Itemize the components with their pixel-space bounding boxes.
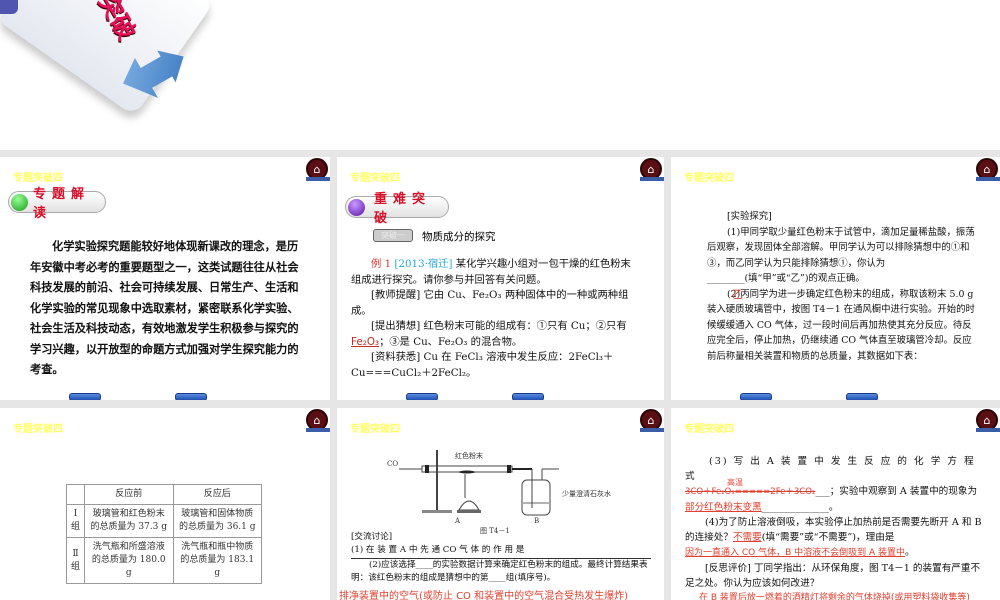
answer: 乙 bbox=[732, 287, 743, 301]
home-icon: ⌂ bbox=[313, 413, 321, 427]
slide-thumbnail-5[interactable]: 专题突破四 ⌂ CO 红色粉末 少量澄清石灰水 A B 图 T4－1 [交流讨论… bbox=[337, 408, 664, 600]
answer: 不需要 bbox=[732, 532, 762, 543]
hypothesis-rest: ；③是 Cu、Fe₂O₃ 的混合物。 bbox=[379, 335, 523, 348]
breakthrough-badge: 突破一 bbox=[373, 229, 413, 242]
home-button[interactable]: ⌂ bbox=[306, 158, 330, 181]
question-3-rest: ；实验中观察到 A 装置中的现象为 bbox=[829, 486, 978, 497]
header-cell: 反应后 bbox=[172, 484, 262, 505]
slide-header: 专题突破四 bbox=[13, 424, 63, 435]
answer: 部分红色粉末变黑 bbox=[685, 502, 762, 513]
cell: 玻璃管和红色粉末的总质量为 37.3 g bbox=[84, 504, 174, 538]
home-icon: ⌂ bbox=[983, 413, 991, 427]
home-icon: ⌂ bbox=[647, 162, 655, 176]
table-row: Ⅱ组 洗气瓶和所盛溶液的总质量为 180.0 g 洗气瓶和瓶中物质的总质量为 183… bbox=[66, 537, 262, 584]
slide-thumbnail-top[interactable]: 突破 bbox=[0, 0, 1000, 150]
equation-answer: 3CO＋Fe₂O₃=====2Fe＋3CO₂ bbox=[685, 487, 816, 497]
equation-condition: 高温 bbox=[727, 478, 743, 487]
question-text: (3) 写 出 A 装 置 中 发 生 反 应 的 化 学 方 程 式 高温 3C… bbox=[685, 454, 987, 600]
answer: Fe₂O₃ bbox=[351, 335, 380, 348]
answer: 排净装置中的空气(或防止 CO 和装置中的空气混合受热发生爆炸) bbox=[339, 591, 629, 600]
heading: [交流讨论] bbox=[351, 532, 393, 542]
prev-nav-button[interactable] bbox=[740, 393, 772, 400]
corner-tab bbox=[0, 0, 18, 14]
prev-nav-button[interactable] bbox=[69, 393, 101, 400]
header-cell bbox=[66, 484, 85, 505]
heading: [实验探究] bbox=[727, 211, 772, 222]
teacher-hint: [教师提醒] 它由 Cu、Fe₂O₃ 两种固体中的一种或两种组成。 bbox=[351, 289, 629, 317]
answer: 因为一直通入 CO 气体，B 中溶液不会倒吸到 A 装置中 bbox=[685, 548, 906, 558]
question-1: (1) 在 装 置 A 中 先 通 CO 气 体 的 作 用 是 bbox=[351, 544, 651, 559]
header-cell: 反应前 bbox=[84, 484, 174, 505]
home-icon: ⌂ bbox=[983, 162, 991, 176]
slide-thumbnail-6[interactable]: 专题突破四 ⌂ (3) 写 出 A 装 置 中 发 生 反 应 的 化 学 方 … bbox=[671, 408, 1000, 600]
answer: 在 B 装置后放一燃着的酒精灯将剩余的气体烧掉(或用塑料袋收集等) bbox=[699, 593, 970, 600]
next-nav-button[interactable] bbox=[175, 393, 207, 400]
question-1: (1)甲同学取少量红色粉末于试管中，滴加足量稀盐酸，振荡后观察，发现固体全部溶解… bbox=[707, 226, 975, 285]
home-button[interactable]: ⌂ bbox=[640, 158, 664, 181]
home-button[interactable]: ⌂ bbox=[976, 409, 1000, 432]
experiment-text: [实验探究] (1)甲同学取少量红色粉末于试管中，滴加足量稀盐酸，振荡后观察，发… bbox=[707, 209, 979, 364]
cell: Ⅱ组 bbox=[66, 537, 85, 584]
slide-header: 专题突破四 bbox=[13, 173, 63, 184]
slide-thumbnail-1[interactable]: 专题突破四 ⌂ 专题解读 化学实验探究题能较好地体现新课改的理念，是历年安徽中考… bbox=[0, 157, 330, 400]
green-ball-icon bbox=[11, 194, 28, 211]
limewater-label: 少量澄清石灰水 bbox=[562, 489, 611, 498]
label-a: A bbox=[454, 517, 461, 525]
powder-label: 红色粉末 bbox=[455, 451, 483, 460]
example-source: [2013·宿迁] bbox=[394, 258, 453, 270]
example-text: 例 1 [2013·宿迁] 某化学兴趣小组对一包干燥的红色粉末组成进行探究。请你… bbox=[351, 257, 641, 381]
slide-thumbnail-4[interactable]: 专题突破四 ⌂ 反应前 反应后 Ⅰ组 玻璃管和红色粉末的总质量为 37.3 g 玻璃管… bbox=[0, 408, 330, 600]
co-label: CO bbox=[387, 460, 398, 468]
reflection: [反思评价] 丁同学指出：从环保角度，图 T4－1 的装置有严重不足之处。你认为… bbox=[685, 563, 981, 589]
section-pill: 重难突破 bbox=[345, 192, 449, 226]
topic-title: 物质成分的探究 bbox=[422, 231, 496, 243]
slide-header: 专题突破四 bbox=[350, 173, 400, 184]
section-pill: 专题解读 bbox=[8, 187, 106, 221]
slide-header: 专题突破四 bbox=[684, 424, 734, 435]
home-button[interactable]: ⌂ bbox=[640, 409, 664, 432]
data-table: 反应前 反应后 Ⅰ组 玻璃管和红色粉末的总质量为 37.3 g 玻璃管和固体物质的总质… bbox=[66, 484, 262, 584]
prev-nav-button[interactable] bbox=[406, 393, 438, 400]
question-2: (2)应该选择____的实验数据计算来确定红色粉末的组成。最终计算结果表明：该红… bbox=[351, 560, 648, 583]
purple-ball-icon bbox=[348, 199, 365, 216]
cell: Ⅰ组 bbox=[66, 504, 85, 538]
question-4-rest: (填“需要”或“不需要”)，理由是 bbox=[761, 532, 895, 543]
pill-label: 专题解读 bbox=[33, 187, 91, 221]
label-b: B bbox=[534, 517, 539, 525]
example-label: 例 1 bbox=[371, 258, 392, 270]
info: [资料获悉] Cu 在 FeCl₃ 溶液中发生反应：2FeCl₃＋Cu===Cu… bbox=[351, 351, 614, 379]
next-nav-button[interactable] bbox=[512, 393, 544, 400]
intro-text: 化学实验探究题能较好地体现新课改的理念，是历年安徽中考必考的重要题型之一，这类试… bbox=[30, 240, 299, 376]
home-icon: ⌂ bbox=[647, 413, 655, 427]
cell: 洗气瓶和所盛溶液的总质量为 180.0 g bbox=[84, 537, 174, 584]
slide-header: 专题突破四 bbox=[684, 173, 734, 184]
home-icon: ⌂ bbox=[313, 162, 321, 176]
example-body: 某化学兴趣小组对一包干燥的红色粉末组成进行探究。请你参与并回答有关问题。 bbox=[351, 258, 631, 286]
cell: 洗气瓶和瓶中物质的总质量为 183.1 g bbox=[172, 537, 262, 584]
slide-thumbnail-2[interactable]: 专题突破四 ⌂ 重难突破 突破一 物质成分的探究 例 1 [2013·宿迁] 某… bbox=[337, 157, 664, 400]
home-button[interactable]: ⌂ bbox=[976, 158, 1000, 181]
discussion-text: [交流讨论] (1) 在 装 置 A 中 先 通 CO 气 体 的 作 用 是 … bbox=[351, 531, 651, 584]
table-row: Ⅰ组 玻璃管和红色粉末的总质量为 37.3 g 玻璃管和固体物质的总质量为 36.1… bbox=[66, 504, 262, 538]
cell: 玻璃管和固体物质的总质量为 36.1 g bbox=[172, 504, 262, 538]
pill-label: 重难突破 bbox=[374, 192, 432, 226]
hypothesis: [提出猜想] 红色粉末可能的组成有：①只有 Cu；②只有 bbox=[371, 320, 627, 332]
home-button[interactable]: ⌂ bbox=[306, 409, 330, 432]
slide-thumbnail-3[interactable]: 专题突破四 ⌂ [实验探究] (1)甲同学取少量红色粉末于试管中，滴加足量稀盐酸… bbox=[671, 157, 1000, 400]
slide-header: 专题突破四 bbox=[350, 424, 400, 435]
next-nav-button[interactable] bbox=[846, 393, 878, 400]
question-2: (2)丙同学为进一步确定红色粉末的组成，称取该粉末 5.0 g 装入硬质玻璃管中… bbox=[707, 288, 975, 362]
